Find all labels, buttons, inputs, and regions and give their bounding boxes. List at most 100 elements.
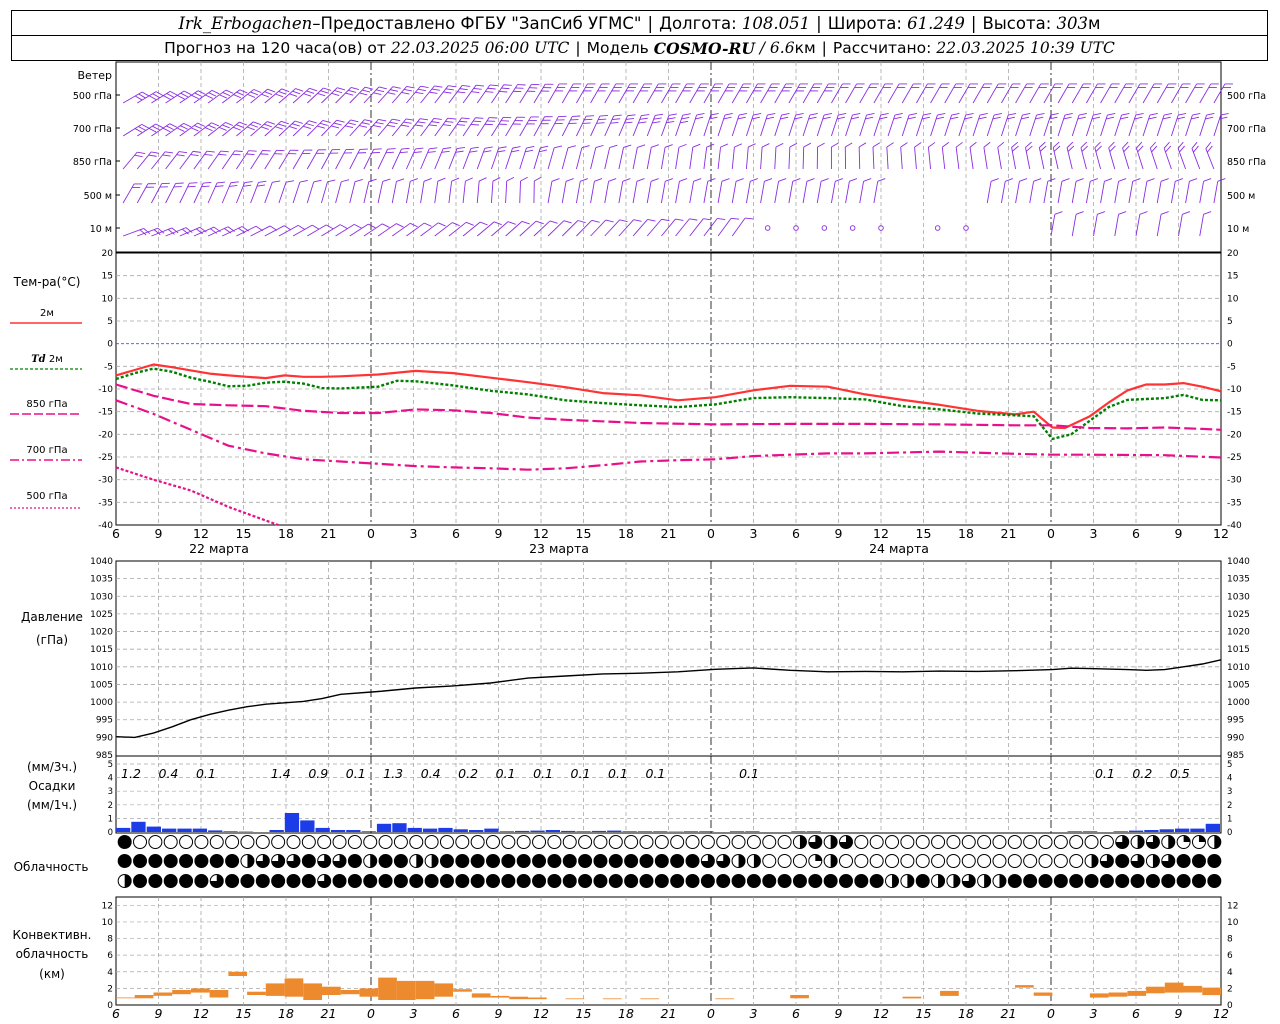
precip-bar	[376, 823, 392, 832]
cloud-cover-symbol	[946, 835, 961, 849]
cloud-cover-symbol	[977, 874, 992, 888]
temp-ytick-right: -30	[1227, 476, 1242, 486]
wind-barb-850hpa	[969, 141, 977, 170]
cloud-cover-symbol	[1145, 835, 1160, 849]
cloud-cover-symbol	[1161, 835, 1176, 849]
cloud-cover-symbol	[1084, 835, 1099, 849]
convective-bar	[640, 998, 660, 1000]
cloud-cover-symbol	[639, 835, 654, 849]
hour-label-bottom: 6	[792, 1006, 800, 1021]
pressure-ytick-right: 1030	[1227, 592, 1250, 602]
cloud-cover-symbol	[424, 835, 439, 849]
pressure-ytick-left: 1040	[90, 557, 113, 567]
hour-label: 9	[155, 526, 163, 541]
cloud-cover-symbol	[869, 874, 884, 888]
hour-label: 18	[618, 526, 634, 541]
cloud-cover-symbol	[332, 835, 347, 849]
wind-barb-500m	[462, 177, 473, 204]
convective-bar	[190, 988, 210, 993]
wind-barb-500m	[476, 177, 487, 204]
hour-label-bottom: 0	[707, 1006, 715, 1021]
precip-3h-total: 1.4	[271, 766, 291, 781]
hour-label: 9	[495, 526, 503, 541]
cloud-cover-symbol	[194, 854, 209, 868]
wind-barb-700hpa	[760, 112, 776, 137]
wind-barb-500m	[250, 180, 267, 204]
precip-bar	[530, 830, 545, 832]
hour-label: 9	[835, 526, 843, 541]
precip-bar	[315, 827, 330, 832]
precip-ytick-left: 5	[108, 760, 113, 770]
cloud-cover-symbol	[532, 835, 547, 849]
wind-barb-500m	[533, 176, 542, 204]
cloud-cover-symbol	[409, 835, 424, 849]
cloud-cover-symbol	[700, 874, 715, 888]
convective-bar	[1127, 990, 1147, 996]
cloud-cover-symbol	[1007, 874, 1022, 888]
wind-barb-850hpa	[561, 145, 576, 170]
cloud-cover-symbol	[547, 835, 562, 849]
calm-wind-circle	[934, 225, 941, 231]
cloud-cover-symbol	[271, 854, 286, 868]
convective-bar	[322, 986, 341, 995]
convective-bar	[528, 997, 547, 1000]
wind-barb-500m	[689, 178, 702, 204]
precip-bar	[791, 831, 806, 832]
wind-barb-850hpa	[476, 146, 493, 170]
temp-ytick-left: -40	[98, 521, 113, 531]
precip-bar	[192, 828, 207, 832]
wind-barb-500m	[731, 178, 744, 204]
cloud-cover-symbol	[117, 835, 132, 849]
cloud-cover-symbol	[179, 854, 194, 868]
precip-ytick-right: 2	[1227, 801, 1232, 811]
wind-barb-500m	[335, 179, 350, 204]
hour-label-bottom: 21	[661, 1006, 677, 1021]
wind-barb-500m	[1213, 178, 1226, 204]
pressure-ytick-left: 1000	[90, 698, 113, 708]
pressure-ytick-left: 1020	[90, 628, 113, 638]
wind-barb-500m	[1043, 178, 1056, 204]
wind-barb-850hpa	[547, 145, 563, 170]
precip-bar	[1205, 823, 1220, 832]
cloud-cover-symbol	[562, 854, 577, 868]
hour-label: 3	[1090, 526, 1098, 541]
convective-ytick-left: 0	[107, 1001, 113, 1011]
wind-barb-500m	[646, 178, 659, 204]
hour-label: 21	[321, 526, 337, 541]
convective-bar	[1146, 986, 1165, 994]
cloud-cover-symbol	[670, 854, 685, 868]
hour-label: 0	[707, 526, 715, 541]
convective-bar	[565, 998, 585, 1000]
wind-barb-500m	[1015, 178, 1028, 204]
cloud-cover-symbol	[716, 854, 731, 868]
precip-bar	[361, 831, 376, 832]
cloud-cover-symbol	[838, 874, 853, 888]
cloud-cover-symbol	[624, 835, 639, 849]
precip-bar	[438, 827, 453, 832]
calm-wind-circle	[821, 225, 828, 231]
cloud-cover-symbol	[301, 835, 316, 849]
cloud-cover-symbol	[179, 835, 194, 849]
precip-3h-total: 0.1	[496, 766, 516, 781]
cloud-cover-symbol	[654, 854, 669, 868]
precip-ytick-right: 3	[1227, 787, 1232, 797]
convective-title-3: (км)	[39, 967, 65, 981]
wind-barb-850hpa	[1122, 141, 1130, 170]
wind-barb-500m	[235, 181, 253, 204]
cloud-cover-symbol	[1038, 854, 1053, 868]
convective-bar	[228, 971, 248, 976]
cloud-cover-symbol	[1053, 874, 1068, 888]
cloud-cover-symbol	[255, 835, 270, 849]
wind-barb-500m	[363, 178, 377, 204]
wind-barb-500m	[377, 178, 391, 204]
convective-bar	[247, 991, 266, 995]
wind-barb-850hpa	[646, 144, 659, 170]
wind-barb-850hpa	[420, 147, 438, 170]
precip-bar	[561, 830, 576, 832]
wind-barb-700hpa	[802, 112, 818, 137]
cloud-cover-symbol	[685, 835, 700, 849]
precip-ytick-left: 0	[108, 828, 113, 838]
cloud-cover-symbol	[1023, 854, 1038, 868]
cloud-cover-symbol	[1176, 874, 1191, 888]
cloud-cover-symbol	[562, 874, 577, 888]
